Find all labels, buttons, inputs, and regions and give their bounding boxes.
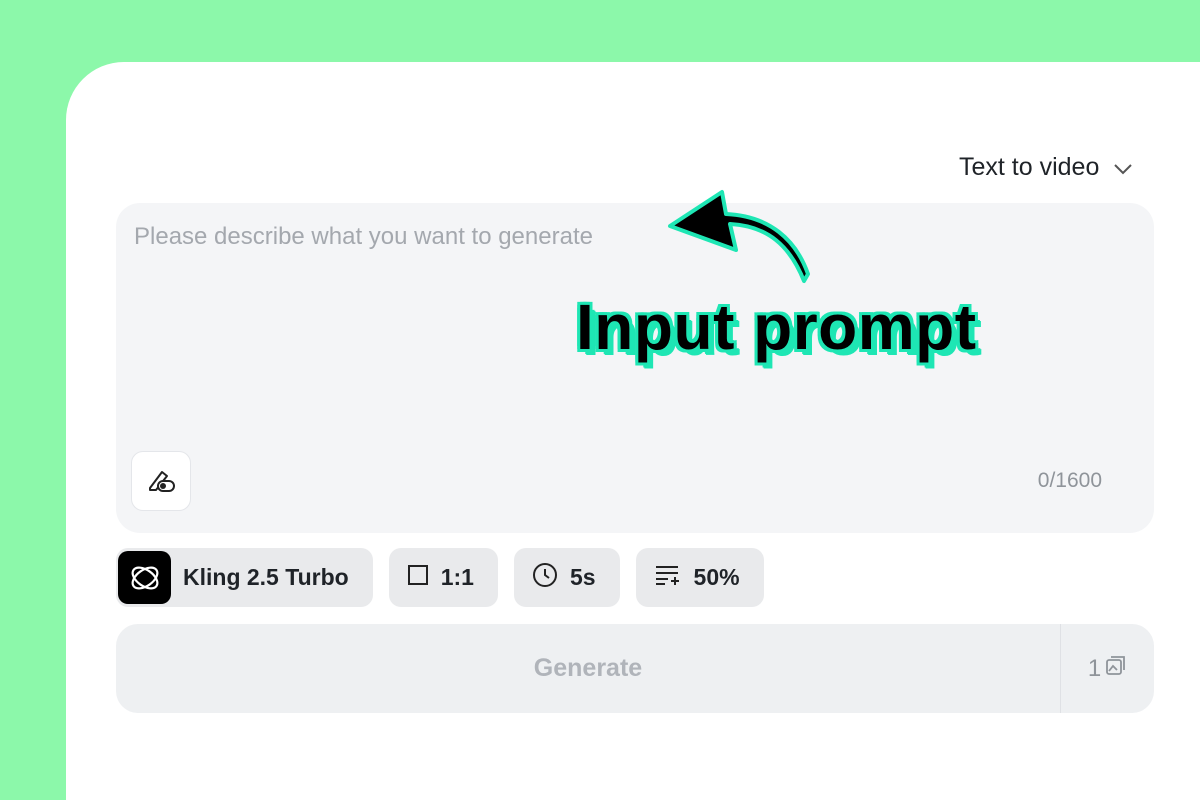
output-count-value: 1 <box>1087 654 1102 682</box>
square-icon <box>407 564 429 592</box>
aspect-ratio-label: 1:1 <box>440 564 474 590</box>
pen-toggle-icon <box>144 462 178 501</box>
chevron-down-icon <box>1113 153 1133 182</box>
settings-bar: Kling 2.5 Turbo 1:1 5s 50% <box>116 548 764 607</box>
clock-icon <box>532 562 558 594</box>
image-stack-icon <box>1105 654 1127 683</box>
generate-button[interactable]: Generate <box>116 624 1060 713</box>
mode-selector[interactable]: Text to video <box>959 152 1133 182</box>
output-count[interactable]: 1 <box>1061 624 1154 713</box>
model-selector[interactable]: Kling 2.5 Turbo <box>116 548 373 607</box>
generate-bar: Generate 1 <box>116 624 1154 713</box>
character-counter: 0/1600 <box>1037 469 1102 492</box>
prompt-enhance-button[interactable] <box>131 451 191 511</box>
list-sparkle-icon <box>654 563 682 593</box>
prompt-box: 0/1600 <box>116 203 1154 533</box>
kling-logo-icon <box>118 551 171 604</box>
mode-label: Text to video <box>959 152 1100 181</box>
main-panel: Text to video 0/1600 <box>66 62 1200 800</box>
annotation-callout: Input prompt <box>576 291 977 363</box>
aspect-ratio-selector[interactable]: 1:1 <box>388 548 498 607</box>
model-label: Kling 2.5 Turbo <box>183 564 349 590</box>
duration-label: 5s <box>569 564 596 590</box>
strength-selector[interactable]: 50% <box>635 548 764 607</box>
duration-selector[interactable]: 5s <box>513 548 620 607</box>
curved-arrow-icon <box>662 186 812 291</box>
strength-label: 50% <box>693 564 740 590</box>
